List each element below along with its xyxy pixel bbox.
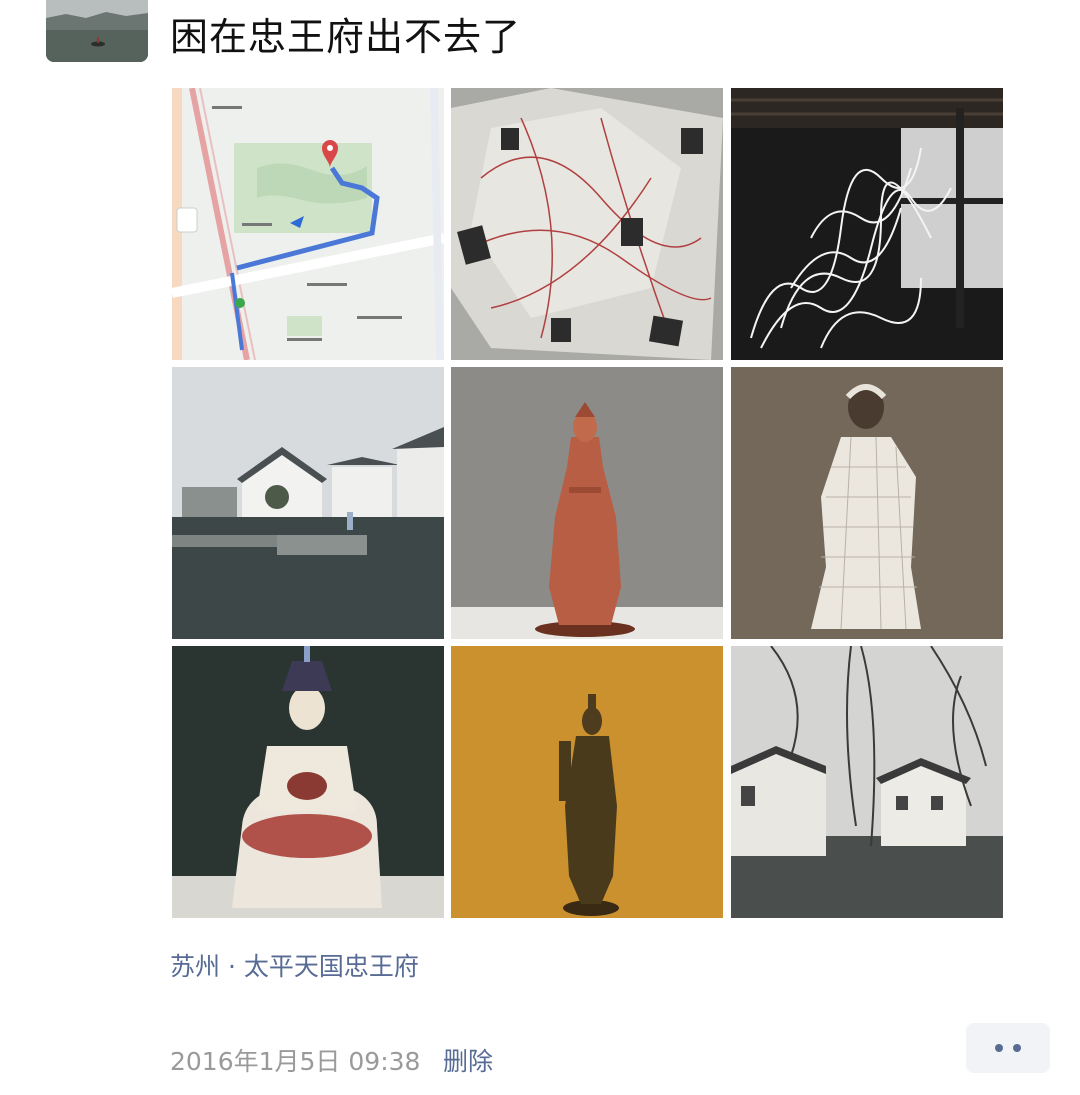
post-timestamp: 2016年1月5日 09:38 bbox=[170, 1047, 421, 1076]
delete-button[interactable]: 删除 bbox=[443, 1042, 493, 1078]
photo-grid bbox=[172, 88, 1004, 918]
photo-museum-pond[interactable] bbox=[172, 367, 444, 639]
photo-canal-houses[interactable] bbox=[731, 646, 1003, 918]
dot-icon bbox=[995, 1044, 1003, 1052]
more-actions-button[interactable] bbox=[966, 1023, 1050, 1073]
photo-seated-guanyin[interactable] bbox=[172, 646, 444, 918]
photo-map[interactable] bbox=[172, 88, 444, 360]
photo-guanyin-red[interactable] bbox=[451, 367, 723, 639]
user-avatar[interactable] bbox=[46, 0, 148, 62]
photo-light-installation[interactable] bbox=[731, 88, 1003, 360]
photo-bronze-figure[interactable] bbox=[451, 646, 723, 918]
dot-icon bbox=[1013, 1044, 1021, 1052]
location-link[interactable]: 苏州 · 太平天国忠王府 bbox=[170, 947, 419, 983]
post-text: 困在忠王府出不去了 bbox=[170, 15, 522, 59]
photo-paper-installation[interactable] bbox=[451, 88, 723, 360]
photo-white-figure[interactable] bbox=[731, 367, 1003, 639]
